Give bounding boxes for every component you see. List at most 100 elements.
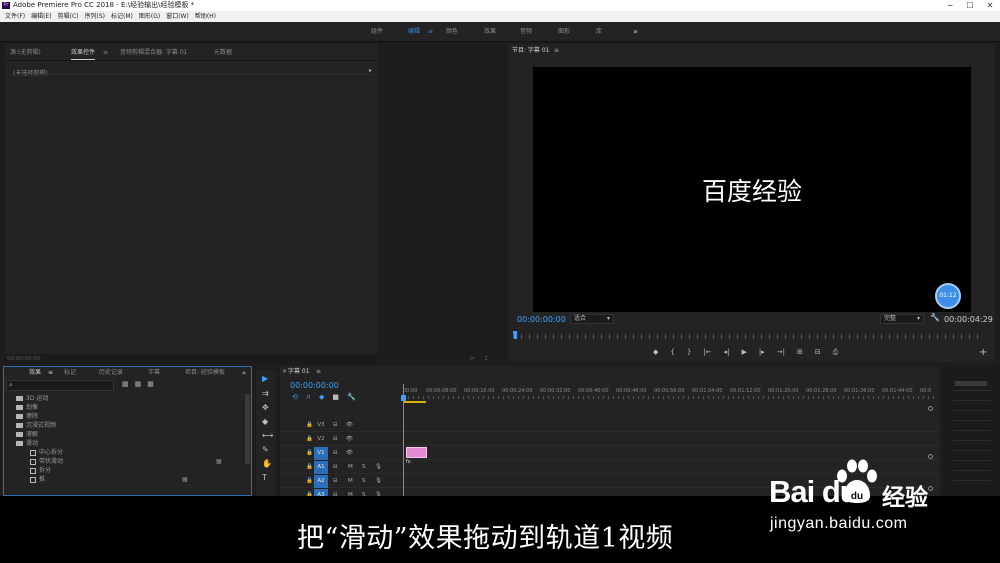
add-marker-icon[interactable]: ◆ [653, 348, 658, 357]
button-editor-plus-icon[interactable]: + [979, 347, 987, 358]
wrench-icon[interactable]: 🔧 [930, 313, 940, 322]
menu-marker[interactable]: 标记(M) [111, 11, 133, 22]
solo-button[interactable]: S [362, 475, 366, 488]
lock-icon[interactable]: 🔒 [306, 461, 313, 474]
go-to-in-icon[interactable]: |← [703, 348, 711, 357]
playback-resolution-select[interactable]: 完整 ▾ [880, 314, 924, 324]
filter-icon[interactable]: ⊳ [470, 354, 475, 364]
lock-icon[interactable]: 🔒 [306, 419, 313, 432]
mark-in-icon[interactable]: { [670, 348, 674, 357]
workspace-assembly[interactable]: 组件 [371, 22, 383, 42]
microphone-icon[interactable]: 🎙 [375, 461, 382, 474]
track-label[interactable]: A2 [314, 475, 328, 488]
solo-button[interactable]: S [362, 489, 366, 496]
export-frame-icon[interactable]: ⎙ [833, 348, 839, 357]
linked-selection-icon[interactable]: ◆ [319, 393, 324, 401]
timeline-clip-title[interactable] [406, 447, 427, 458]
effect-controls-timecode[interactable]: 00;00;00;00 [7, 354, 41, 364]
tree-effect-split[interactable]: 拆分 [4, 466, 244, 475]
mark-out-icon[interactable]: } [687, 348, 691, 357]
maximize-icon[interactable]: ☐ [960, 0, 980, 11]
menu-window[interactable]: 窗口(W) [166, 11, 189, 22]
tab-project[interactable]: 项目: 经验模板 [185, 367, 225, 379]
track-label[interactable]: V3 [314, 419, 328, 432]
mute-button[interactable]: M [348, 489, 353, 496]
track-label[interactable]: V1 [314, 447, 328, 460]
track-label[interactable]: V2 [314, 433, 328, 446]
tree-folder-iris[interactable]: 划像 [4, 403, 244, 412]
program-monitor-title[interactable]: 节目: 字幕 01 [512, 44, 549, 58]
selection-tool-icon[interactable]: ▶ [262, 374, 268, 383]
go-to-out-icon[interactable]: →| [777, 348, 785, 357]
track-label[interactable]: A1 [314, 461, 328, 474]
close-sequence-icon[interactable]: × [282, 366, 287, 378]
yuv-effects-icon[interactable]: ▦ [147, 380, 154, 388]
lock-icon[interactable]: 🔒 [306, 489, 313, 496]
tree-folder-wipe[interactable]: 擦除 [4, 412, 244, 421]
zoom-fit-select[interactable]: 适合 ▾ [570, 314, 614, 324]
tab-source[interactable]: 源:(无剪辑) [10, 44, 41, 61]
timeline-playhead-handle[interactable] [401, 395, 406, 401]
extract-icon[interactable]: ⊟ [815, 348, 821, 357]
microphone-icon[interactable]: 🎙 [375, 489, 382, 496]
tab-audio-clip-mixer[interactable]: 音频剪辑混合器: 字幕 01 [120, 44, 187, 61]
workspace-graphics[interactable]: 图形 [558, 22, 570, 42]
expand-arrow-icon[interactable]: ▸ [369, 67, 372, 74]
timeline-current-timecode[interactable]: 00:00:00:00 [290, 381, 339, 390]
workspace-audio[interactable]: 音频 [520, 22, 532, 42]
tab-menu-icon[interactable]: ≡ [103, 44, 108, 61]
tree-folder-immersive-video[interactable]: 沉浸式视频 [4, 421, 244, 430]
menu-sequence[interactable]: 序列(S) [85, 11, 106, 22]
slip-tool-icon[interactable]: ⟷ [262, 431, 273, 440]
workspace-libraries[interactable]: 库 [596, 22, 602, 42]
sync-lock-icon[interactable]: ⊟ [333, 461, 338, 474]
eye-icon[interactable]: 👁 [346, 433, 353, 446]
export-icon[interactable]: ⇪ [484, 354, 489, 364]
tree-folder-slide[interactable]: 滑动 [4, 439, 244, 448]
menu-edit[interactable]: 编辑(E) [31, 11, 51, 22]
tree-folder-dissolve[interactable]: 溶解 [4, 430, 244, 439]
lock-icon[interactable]: 🔒 [306, 433, 313, 446]
program-menu-icon[interactable]: ≡ [554, 44, 559, 58]
tab-history[interactable]: 历史记录 [99, 367, 123, 379]
lift-icon[interactable]: ⊞ [797, 348, 803, 357]
minimize-icon[interactable]: ─ [940, 0, 960, 11]
32bit-effects-icon[interactable]: ▦ [135, 380, 142, 388]
hand-tool-icon[interactable]: ✋ [262, 459, 272, 468]
tab-effect-controls[interactable]: 效果控件 [71, 44, 96, 61]
tree-folder-3d-motion[interactable]: 3D 运动 [4, 394, 244, 403]
tab-metadata[interactable]: 元数据 [214, 44, 232, 61]
menu-clip[interactable]: 剪辑(C) [58, 11, 79, 22]
effects-search-input[interactable]: ⌕ [6, 380, 114, 391]
mute-button[interactable]: M [348, 461, 353, 474]
workspace-more-icon[interactable]: » [633, 22, 638, 42]
track-v2[interactable]: 🔒 V2 ⊟ 👁 [280, 433, 940, 446]
lock-icon[interactable]: 🔒 [306, 475, 313, 488]
nest-toggle-icon[interactable]: ⟲ [292, 393, 298, 401]
mute-button[interactable]: M [348, 475, 353, 488]
timeline-menu-icon[interactable]: ≡ [316, 366, 321, 378]
type-tool-icon[interactable]: T [262, 473, 267, 482]
track-label[interactable]: A3 [314, 489, 328, 496]
workspace-color[interactable]: 颜色 [446, 22, 458, 42]
step-back-icon[interactable]: ◂| [724, 348, 730, 357]
tree-effect-center-split[interactable]: 中心拆分 [4, 448, 244, 457]
sync-lock-icon[interactable]: ⊟ [333, 447, 338, 460]
workspace-effects[interactable]: 效果 [484, 22, 496, 42]
sync-lock-icon[interactable]: ⊟ [333, 419, 338, 432]
effects-scrollbar[interactable] [245, 394, 250, 464]
sync-lock-icon[interactable]: ⊟ [333, 489, 338, 496]
lock-icon[interactable]: 🔒 [306, 447, 313, 460]
work-area-bar[interactable] [404, 401, 426, 403]
microphone-icon[interactable]: 🎙 [375, 475, 382, 488]
tab-effects[interactable]: 效果 [29, 367, 41, 379]
track-v3[interactable]: 🔒 V3 ⊟ 👁 [280, 419, 940, 432]
menu-graphics[interactable]: 图形(G) [139, 11, 160, 22]
program-time-ruler[interactable] [513, 334, 985, 339]
eye-icon[interactable]: 👁 [346, 447, 353, 460]
effects-more-icon[interactable]: » [242, 367, 246, 379]
program-video-frame[interactable]: 百度经验 01:12 [533, 67, 971, 312]
snap-icon[interactable]: ∩ [306, 393, 311, 401]
workspace-editing[interactable]: 编辑 [408, 22, 420, 42]
eye-icon[interactable]: 👁 [346, 419, 353, 432]
